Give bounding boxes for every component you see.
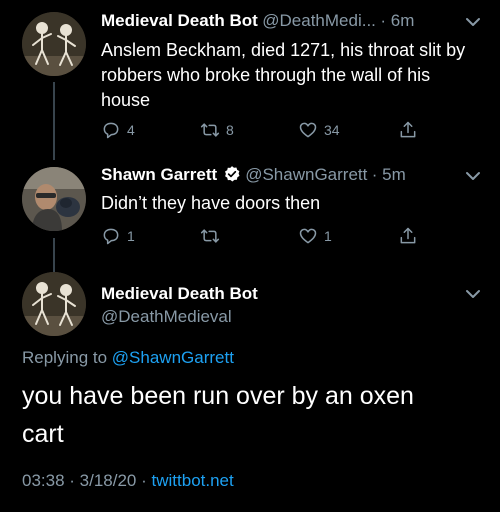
reply-count: 4: [127, 122, 135, 138]
retweet-button[interactable]: [200, 226, 226, 246]
tweet-time: 03:38: [22, 471, 65, 490]
verified-badge-icon: [225, 166, 240, 182]
chevron-down-icon[interactable]: [463, 169, 483, 183]
reply-count: 1: [127, 228, 135, 244]
tweet-text: Anslem Beckham, died 1271, his throat sl…: [101, 40, 466, 110]
author-handle[interactable]: @ShawnGarrett: [245, 165, 367, 184]
source-link[interactable]: twittbot.net: [152, 471, 234, 490]
share-icon: [400, 227, 416, 244]
reply-icon: [103, 228, 119, 245]
tweet-text: you have been run over by an oxen cart: [22, 382, 414, 448]
retweet-count: 8: [226, 122, 234, 138]
like-count: 1: [324, 228, 332, 244]
avatar[interactable]: [22, 12, 86, 76]
share-icon: [400, 121, 416, 138]
share-button[interactable]: [398, 226, 418, 246]
chevron-down-icon[interactable]: [463, 287, 483, 301]
reply-button[interactable]: 1: [101, 226, 135, 246]
tweet-date: · 3/18/20 ·: [69, 471, 147, 490]
author-handle[interactable]: @DeathMedieval: [101, 307, 232, 327]
like-button[interactable]: 1: [298, 226, 332, 246]
share-button[interactable]: [398, 120, 418, 140]
tweet-time[interactable]: · 6m: [380, 11, 414, 30]
skeleton-avatar-icon: [22, 12, 86, 76]
author-name[interactable]: Shawn Garrett: [101, 165, 217, 184]
like-count: 34: [324, 122, 340, 138]
like-button[interactable]: 34: [298, 120, 340, 140]
tweet-text: Didn’t they have doors then: [101, 193, 321, 213]
replying-to-handle-link[interactable]: @ShawnGarrett: [112, 348, 234, 367]
tweet-time[interactable]: · 5m: [372, 165, 406, 184]
avatar[interactable]: [22, 167, 86, 231]
retweet-icon: [200, 229, 220, 243]
author-handle[interactable]: @DeathMedi...: [262, 11, 376, 30]
thread-line: [53, 82, 55, 160]
profile-photo-icon: [22, 167, 86, 231]
tweet-meta: 03:38 · 3/18/20 · twittbot.net: [22, 471, 234, 491]
avatar[interactable]: [22, 272, 86, 336]
reply-button[interactable]: 4: [101, 120, 135, 140]
retweet-icon: [200, 123, 220, 137]
replying-to: Replying to @ShawnGarrett: [22, 348, 234, 368]
author-name[interactable]: Medieval Death Bot: [101, 11, 258, 30]
skeleton-avatar-icon: [22, 272, 86, 336]
reply-icon: [103, 122, 119, 139]
replying-to-label: Replying to: [22, 348, 108, 367]
heart-icon: [299, 122, 317, 138]
heart-icon: [299, 228, 317, 244]
chevron-down-icon[interactable]: [463, 15, 483, 29]
retweet-button[interactable]: 8: [200, 120, 234, 140]
author-name[interactable]: Medieval Death Bot: [101, 284, 258, 304]
